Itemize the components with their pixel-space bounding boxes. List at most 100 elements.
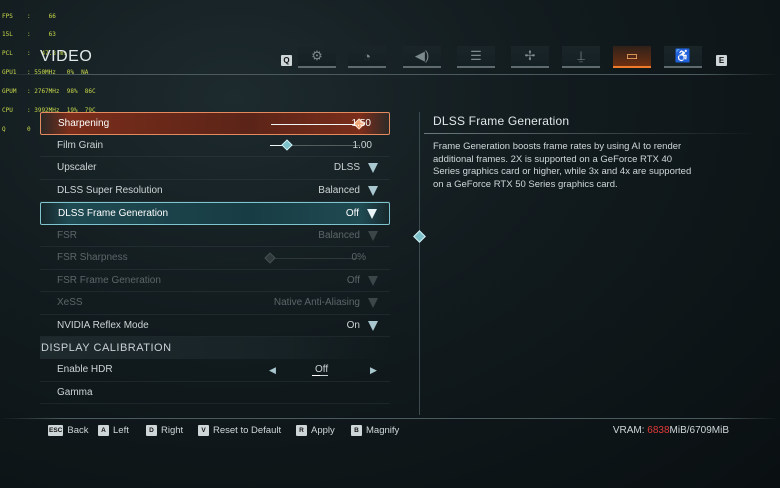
- setting-gamma[interactable]: Gamma: [40, 382, 390, 404]
- page-title: VIDEO: [40, 48, 93, 65]
- setting-upscaler[interactable]: Upscaler DLSS: [40, 157, 390, 180]
- setting-label: DLSS Super Resolution: [57, 184, 163, 196]
- hint-right[interactable]: D Right: [146, 425, 183, 436]
- header-divider: [0, 74, 780, 75]
- key-d: D: [146, 425, 157, 436]
- tab-list[interactable]: ☰: [457, 46, 495, 68]
- setting-label: Enable HDR: [57, 364, 113, 376]
- slider-knob: [264, 251, 276, 264]
- key-r: R: [296, 425, 307, 436]
- gears-icon: ⚙: [311, 48, 323, 63]
- hint-label: Apply: [311, 425, 335, 436]
- list-icon: ☰: [470, 48, 482, 63]
- description-rule: [424, 133, 759, 134]
- display-icon: ▭: [625, 48, 639, 63]
- description-body: Frame Generation boosts frame rates by u…: [433, 141, 692, 190]
- divider-diamond-icon: [413, 230, 426, 243]
- setting-label: DLSS Frame Generation: [58, 207, 169, 219]
- key-a: A: [98, 425, 109, 436]
- hint-apply[interactable]: R Apply: [296, 425, 335, 436]
- chevron-down-icon[interactable]: [368, 163, 378, 173]
- setting-value: 1.00: [352, 139, 372, 151]
- overlay-row: GPUM: 2767MHz 98% 86C: [2, 88, 96, 96]
- chevron-down-icon: [368, 298, 378, 308]
- settings-list: Sharpening 1.50 Film Grain 1.00 Upscaler…: [40, 112, 390, 404]
- chevron-down-icon[interactable]: [368, 185, 378, 196]
- description-title: DLSS Frame Generation: [433, 114, 570, 128]
- setting-value: Balanced: [318, 184, 360, 196]
- controls-icon: ✢: [524, 48, 536, 63]
- vram-readout: VRAM: 6838MiB/6709MiB: [613, 425, 729, 436]
- hint-reset-default[interactable]: V Reset to Default: [198, 425, 281, 436]
- vram-used: 6838: [647, 425, 670, 436]
- setting-value: Native Anti-Aliasing: [273, 297, 360, 309]
- setting-label: Film Grain: [57, 139, 104, 151]
- setting-label: Sharpening: [58, 117, 110, 129]
- setting-label: FSR Sharpness: [57, 252, 128, 264]
- audio-icon: ◀): [414, 48, 430, 63]
- setting-label: Gamma: [57, 386, 93, 398]
- prev-tab-key[interactable]: Q: [281, 55, 292, 66]
- hint-label: Left: [113, 425, 129, 436]
- setting-sharpening[interactable]: Sharpening 1.50: [40, 112, 390, 135]
- setting-dlss-super-resolution[interactable]: DLSS Super Resolution Balanced: [40, 180, 390, 202]
- tab-joystick[interactable]: ⍊: [562, 46, 600, 68]
- setting-value: Off: [311, 364, 329, 376]
- chevron-down-icon[interactable]: [367, 209, 377, 219]
- setting-film-grain[interactable]: Film Grain 1.00: [40, 135, 390, 157]
- vram-label: VRAM:: [612, 425, 648, 436]
- vram-total: MiB/6709MiB: [669, 425, 729, 436]
- hint-label: Back: [67, 425, 89, 436]
- setting-label: NVIDIA Reflex Mode: [57, 319, 149, 331]
- key-v: V: [198, 425, 209, 436]
- key-b: B: [351, 425, 362, 436]
- setting-value: 0%: [351, 252, 366, 264]
- setting-fsr: FSR Balanced: [40, 225, 390, 247]
- footer-divider: [0, 418, 780, 419]
- key-esc: ESC: [48, 425, 64, 436]
- overlay-row: 15L: 63: [2, 31, 56, 39]
- sharpening-slider[interactable]: [271, 117, 365, 130]
- chevron-down-icon[interactable]: [368, 320, 378, 331]
- setting-fsr-frame-generation: FSR Frame Generation Off: [40, 270, 390, 292]
- chevron-down-icon: [368, 230, 378, 241]
- setting-value: DLSS: [333, 162, 360, 174]
- setting-label: XeSS: [57, 297, 83, 309]
- arrow-right-icon[interactable]: ▶: [370, 365, 377, 376]
- slider-fill: [271, 123, 359, 125]
- fsr-sharpness-slider: [264, 251, 360, 264]
- setting-nvidia-reflex-mode[interactable]: NVIDIA Reflex Mode On: [40, 315, 390, 337]
- setting-label: FSR: [57, 229, 77, 241]
- tab-performance[interactable]: ◔: [348, 46, 386, 68]
- overlay-row: FPS: 66: [2, 12, 56, 20]
- setting-dlss-frame-generation[interactable]: DLSS Frame Generation Off: [40, 202, 390, 225]
- arrow-left-icon[interactable]: ◀: [269, 365, 276, 376]
- tab-gears[interactable]: ⚙: [298, 46, 336, 68]
- hint-label: Right: [161, 425, 184, 436]
- setting-value: Off: [346, 274, 360, 286]
- accessibility-icon: ♿: [674, 48, 692, 63]
- hint-label: Reset to Default: [213, 425, 282, 436]
- setting-xess: XeSS Native Anti-Aliasing: [40, 292, 390, 315]
- tab-display[interactable]: ▭: [613, 46, 651, 68]
- tab-controls[interactable]: ✢: [511, 46, 549, 68]
- setting-value: 1.50: [351, 117, 371, 129]
- hint-magnify[interactable]: B Magnify: [351, 425, 399, 436]
- tab-audio[interactable]: ◀): [403, 46, 441, 68]
- slider-knob[interactable]: [281, 139, 293, 151]
- hint-back[interactable]: ESC Back: [48, 425, 89, 436]
- next-tab-key[interactable]: E: [716, 55, 727, 66]
- setting-value: Off: [345, 207, 359, 219]
- setting-value: On: [346, 319, 360, 331]
- film-grain-slider[interactable]: [270, 139, 360, 151]
- tab-accessibility[interactable]: ♿: [664, 46, 702, 68]
- setting-enable-hdr[interactable]: Enable HDR ◀ Off ▶: [40, 359, 390, 382]
- hint-label: Magnify: [366, 425, 400, 436]
- setting-label: FSR Frame Generation: [57, 274, 161, 286]
- performance-icon: ◔: [363, 48, 371, 64]
- hint-left[interactable]: A Left: [98, 425, 129, 436]
- setting-label: Upscaler: [57, 162, 97, 174]
- panel-divider: [419, 112, 420, 415]
- setting-value: Balanced: [318, 229, 360, 241]
- section-display-calibration: DISPLAY CALIBRATION: [40, 337, 390, 359]
